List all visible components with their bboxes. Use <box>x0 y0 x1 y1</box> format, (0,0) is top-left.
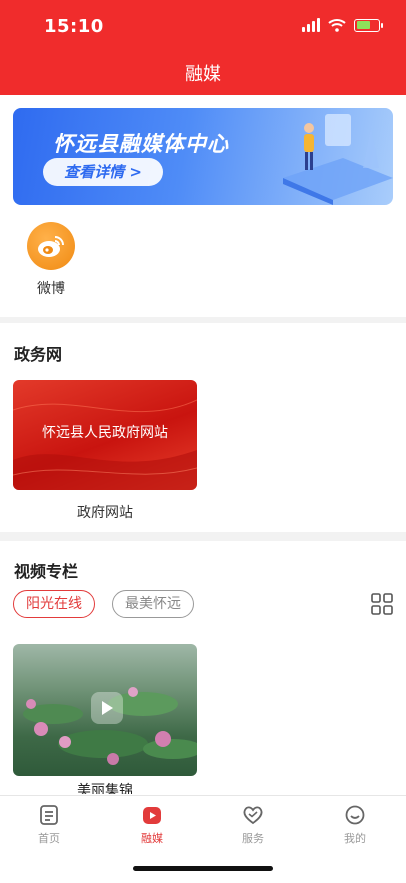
page-title: 融媒 <box>185 64 221 85</box>
tab-home[interactable]: 首页 <box>19 804 79 846</box>
play-button[interactable] <box>91 692 123 724</box>
tab-profile-label: 我的 <box>344 832 366 845</box>
gov-section-title: 政务网 <box>14 345 63 364</box>
gov-website-card[interactable]: 怀远县人民政府网站 <box>13 380 197 490</box>
tab-media[interactable]: 融媒 <box>122 804 182 846</box>
banner-detail-button[interactable]: 查看详情 > <box>43 158 163 186</box>
app-header: 15:10 融媒 <box>0 0 406 95</box>
banner[interactable]: 怀远县融媒体中心 查看详情 > <box>13 108 393 205</box>
chip-zuimei[interactable]: 最美怀远 <box>112 590 194 618</box>
smile-icon <box>345 805 365 825</box>
heart-icon <box>243 806 263 825</box>
banner-title: 怀远县融媒体中心 <box>53 132 229 156</box>
tab-service[interactable]: 服务 <box>223 804 283 846</box>
gov-card-caption: 政府网站 <box>77 505 133 521</box>
banner-illustration <box>283 114 393 205</box>
weibo-icon <box>27 222 75 270</box>
signal-icon <box>302 18 320 32</box>
video-caption: 美丽集锦 <box>77 783 133 794</box>
battery-icon <box>354 18 383 32</box>
video-card[interactable] <box>13 644 197 776</box>
tab-home-label: 首页 <box>38 832 60 845</box>
grid-icon[interactable] <box>370 592 394 616</box>
play-icon <box>102 701 113 715</box>
play-icon <box>143 807 161 824</box>
status-icons <box>302 18 383 32</box>
tab-profile[interactable]: 我的 <box>325 804 385 846</box>
gov-card-text: 怀远县人民政府网站 <box>42 425 168 441</box>
chip-yangguang[interactable]: 阳光在线 <box>13 590 95 618</box>
video-section-title: 视频专栏 <box>14 562 79 581</box>
home-indicator <box>133 866 273 871</box>
wifi-icon <box>328 19 346 32</box>
weibo-label: 微博 <box>37 281 65 297</box>
tab-service-label: 服务 <box>242 832 264 845</box>
status-time: 15:10 <box>44 16 104 37</box>
weibo-shortcut[interactable]: 微博 <box>22 222 80 298</box>
tab-media-label: 融媒 <box>141 832 163 845</box>
document-icon <box>40 805 58 825</box>
